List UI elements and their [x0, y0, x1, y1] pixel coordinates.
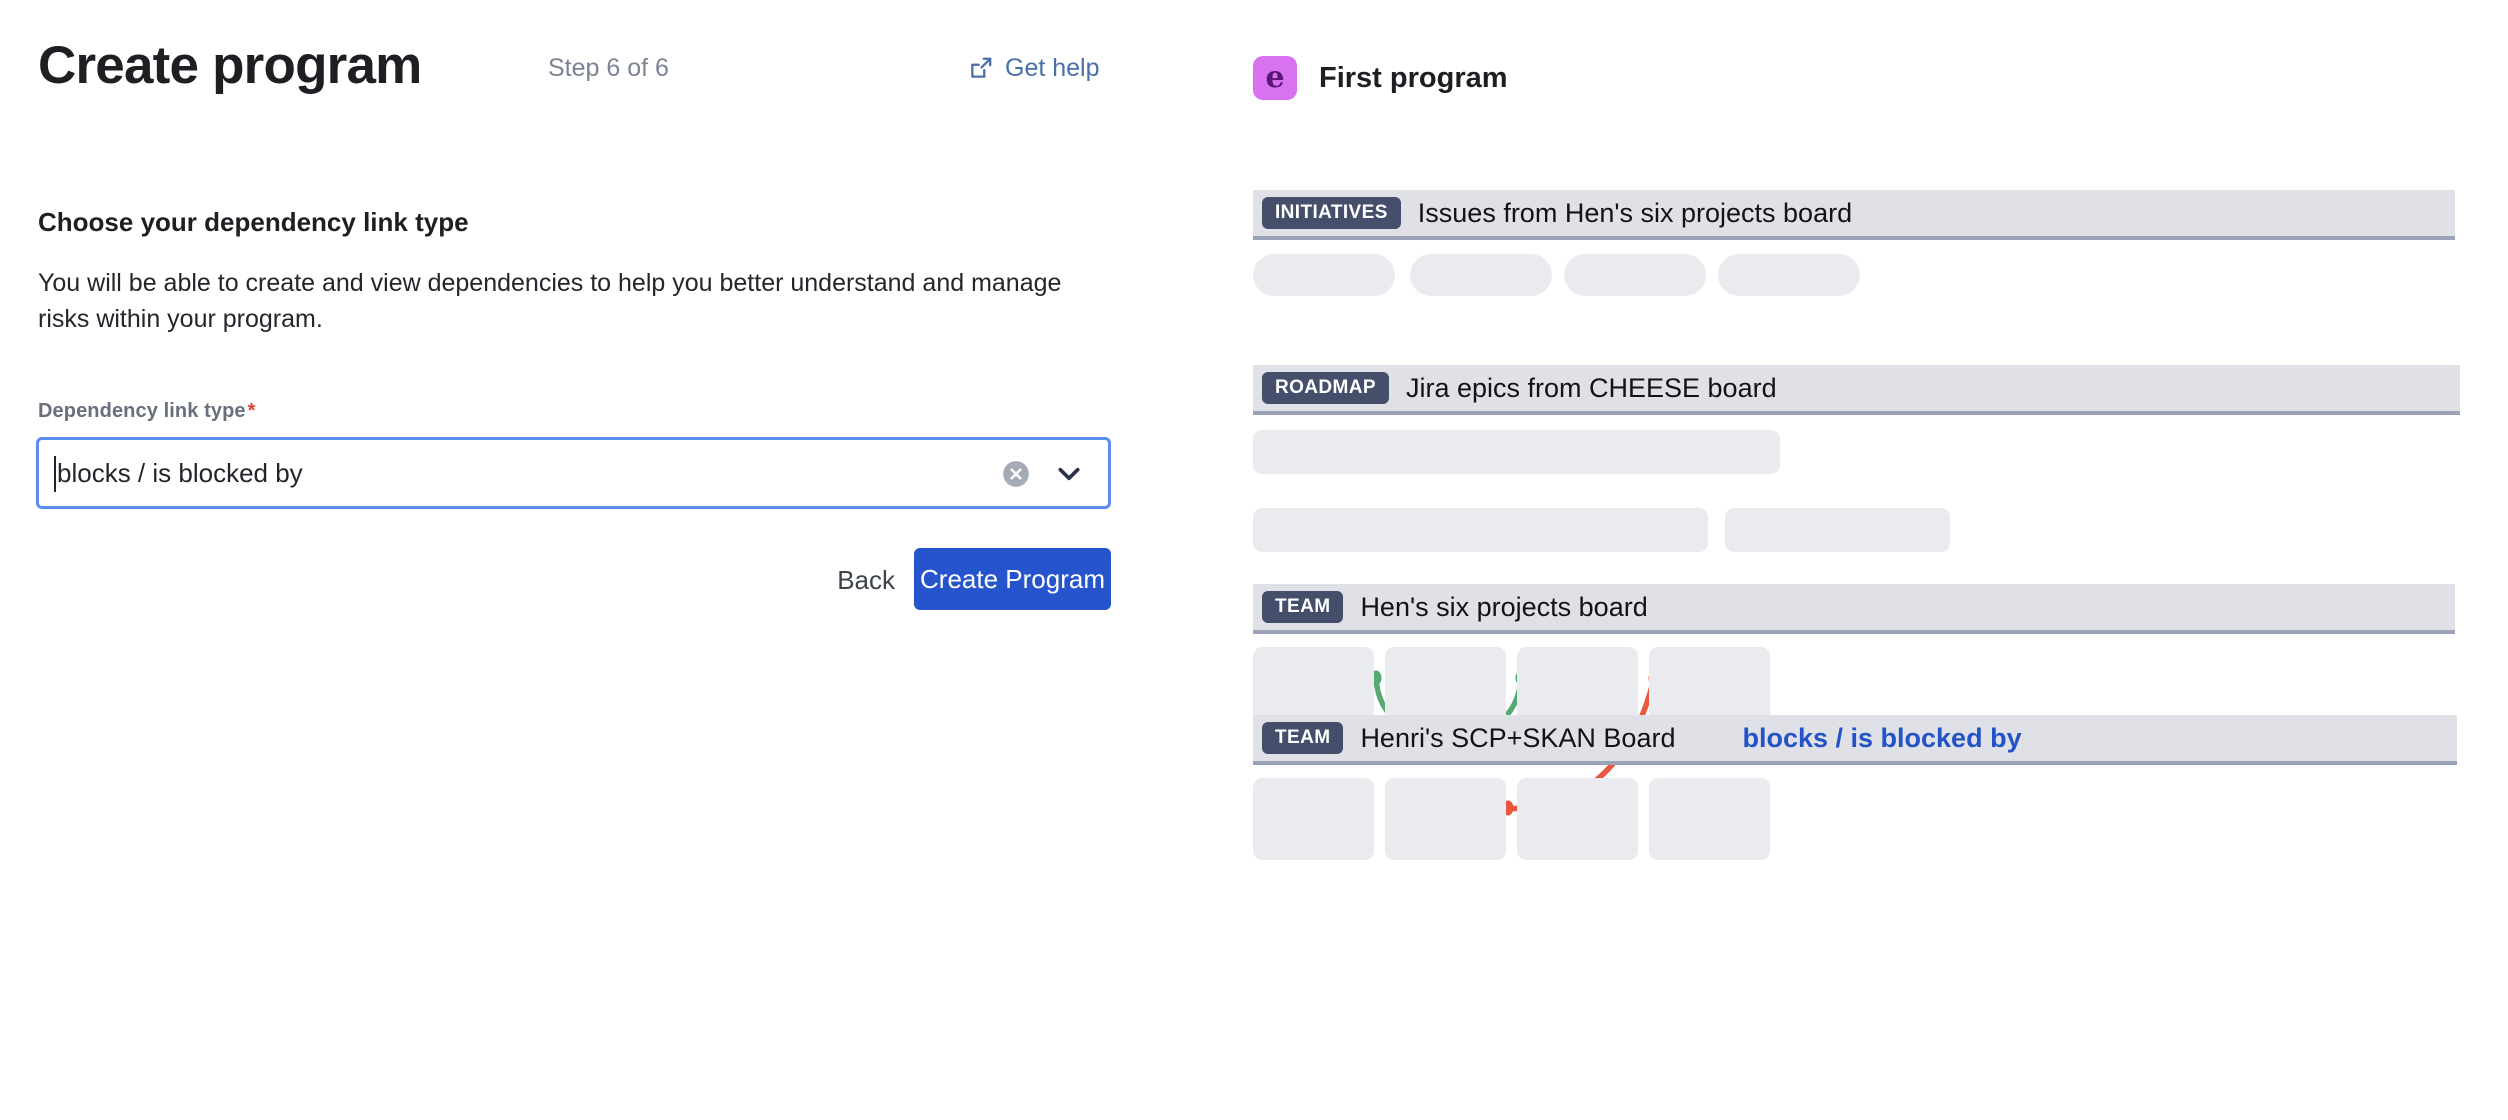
page-title: Create program — [38, 36, 422, 95]
dependency-link-type-label: Dependency link type * — [38, 400, 256, 423]
wizard-header: Create program Step 6 of 6 Get help — [38, 36, 1158, 100]
swimlane-type-badge: INITIATIVES — [1262, 197, 1401, 229]
swimlane-header: INITIATIVES Issues from Hen's six project… — [1253, 190, 2455, 240]
swimlane-header: TEAM Henri's SCP+SKAN Board blocks / is bl… — [1253, 715, 2457, 765]
get-help-link[interactable]: Get help — [968, 36, 1100, 100]
board-card-placeholder[interactable] — [1385, 778, 1506, 860]
wizard-actions: Back Create Program — [36, 548, 1111, 612]
board-card-placeholder[interactable] — [1725, 508, 1950, 552]
chevron-down-icon[interactable] — [1056, 464, 1082, 484]
board-card-placeholder[interactable] — [1253, 778, 1374, 860]
dependency-link-type-label-preview[interactable]: blocks / is blocked by — [1742, 723, 2021, 754]
dependency-link-type-select[interactable]: blocks / is blocked by — [36, 437, 1111, 509]
board-card-placeholder[interactable] — [1718, 254, 1860, 296]
text-cursor — [54, 456, 56, 492]
board-card-placeholder[interactable] — [1253, 254, 1395, 296]
swimlane-header: TEAM Hen's six projects board — [1253, 584, 2455, 634]
board-card-placeholder[interactable] — [1410, 254, 1552, 296]
step-indicator: Step 6 of 6 — [548, 54, 669, 82]
board-card-placeholder[interactable] — [1253, 508, 1708, 552]
program-logo-icon: e — [1253, 56, 1297, 100]
swimlane-title: Hen's six projects board — [1360, 591, 1648, 622]
program-preview-panel: e First program INITIATIVES Issues from H… — [1230, 0, 2508, 1120]
back-button[interactable]: Back — [837, 548, 895, 612]
board-card-placeholder[interactable] — [1253, 430, 1780, 474]
swimlane-type-badge: ROADMAP — [1262, 372, 1389, 404]
board-card-placeholder[interactable] — [1649, 778, 1770, 860]
program-name: First program — [1319, 61, 1508, 94]
swimlane-type-badge: TEAM — [1262, 591, 1344, 623]
swimlane-title: Issues from Hen's six projects board — [1417, 197, 1853, 228]
swimlane-header: ROADMAP Jira epics from CHEESE board — [1253, 365, 2460, 415]
board-card-placeholder[interactable] — [1564, 254, 1706, 296]
swimlane-type-badge: TEAM — [1262, 722, 1344, 754]
section-description: You will be able to create and view depe… — [38, 269, 1062, 333]
create-program-button[interactable]: Create Program — [914, 548, 1111, 610]
wizard-panel: Create program Step 6 of 6 Get help Choo… — [0, 0, 1230, 1120]
section-heading: Choose your dependency link type — [38, 207, 469, 237]
swimlane-title: Henri's SCP+SKAN Board — [1360, 722, 1676, 753]
external-link-icon — [971, 57, 992, 78]
program-header: e First program — [1253, 56, 1508, 100]
swimlane-title: Jira epics from CHEESE board — [1405, 372, 1777, 403]
create-program-screen: Create program Step 6 of 6 Get help Choo… — [0, 0, 2508, 1120]
select-value: blocks / is blocked by — [57, 458, 303, 488]
board-card-placeholder[interactable] — [1517, 778, 1638, 860]
program-board: INITIATIVES Issues from Hen's six project… — [1230, 190, 2508, 1120]
get-help-label: Get help — [1005, 53, 1100, 82]
field-label-text: Dependency link type — [38, 400, 246, 422]
required-marker: * — [247, 400, 256, 422]
clear-circle-icon[interactable] — [1002, 460, 1030, 488]
